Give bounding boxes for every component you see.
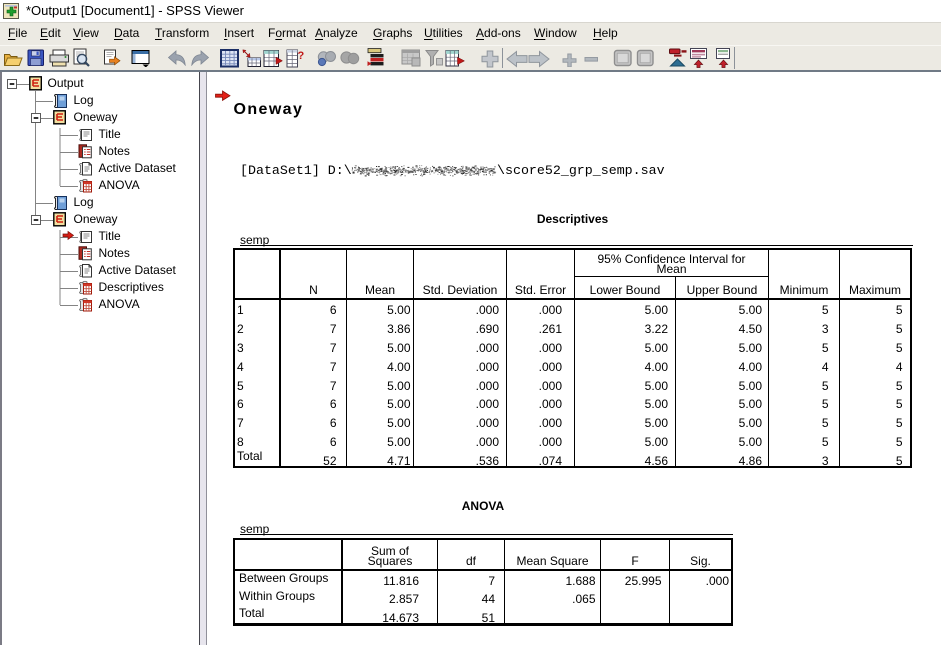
svg-text:?: ? — [298, 50, 305, 62]
